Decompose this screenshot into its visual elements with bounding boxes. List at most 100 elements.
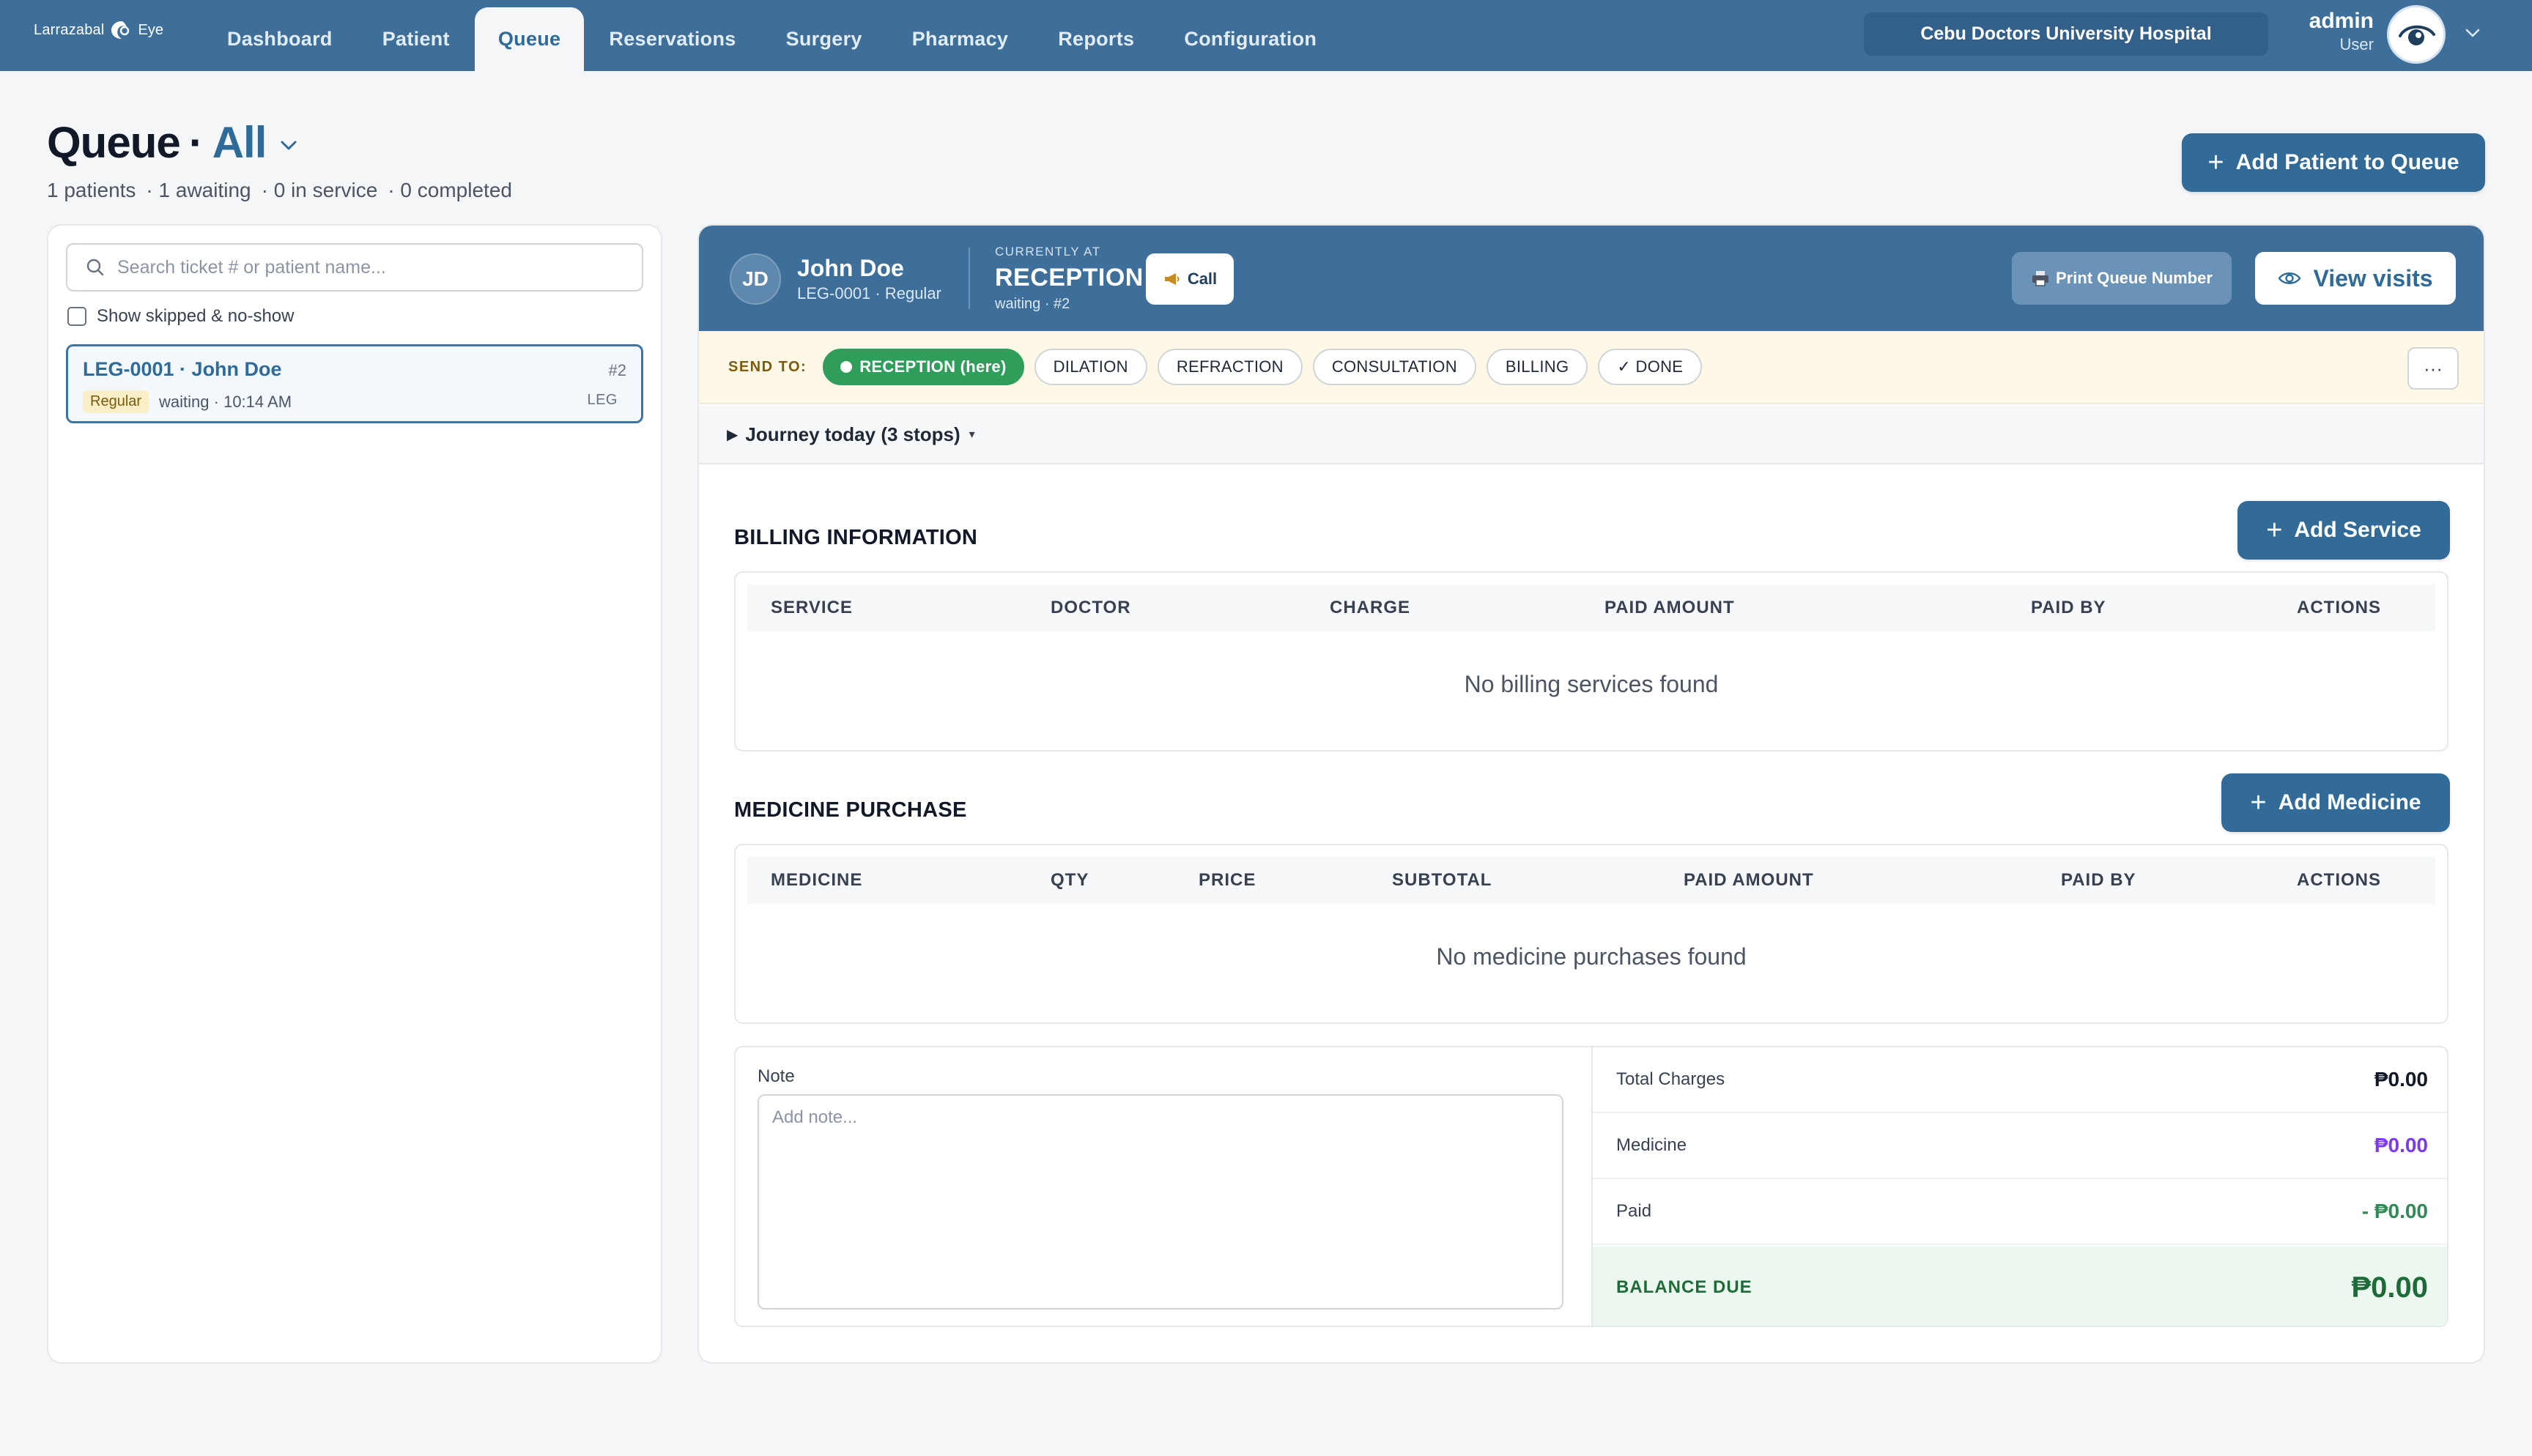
caret-down-icon: ▾ xyxy=(969,428,975,441)
col-price: PRICE xyxy=(1199,870,1256,890)
show-skipped-toggle[interactable]: Show skipped & no-show xyxy=(67,306,294,327)
medicine-total-value: ₱0.00 xyxy=(2374,1134,2428,1156)
print-queue-number-label: Print Queue Number xyxy=(2056,269,2213,287)
col-paid-amount: PAID AMOUNT xyxy=(1604,598,1735,617)
paid-total-value: - ₱0.00 xyxy=(2361,1200,2428,1222)
search-box[interactable] xyxy=(66,243,643,291)
col-paid-by: PAID BY xyxy=(2061,870,2136,890)
queue-filter-value[interactable]: All xyxy=(212,117,267,168)
nav-queue[interactable]: Queue xyxy=(474,7,585,71)
col-actions: ACTIONS xyxy=(2297,598,2381,617)
show-skipped-checkbox[interactable] xyxy=(67,307,86,326)
print-queue-number-button[interactable]: Print Queue Number xyxy=(2012,252,2232,305)
user-avatar[interactable] xyxy=(2387,5,2446,64)
total-charges-value: ₱0.00 xyxy=(2374,1068,2428,1091)
user-name: admin xyxy=(2309,9,2374,33)
station-chip-reception-label: RECEPTION (here) xyxy=(859,357,1007,376)
nav-reservations[interactable]: Reservations xyxy=(584,7,760,71)
billing-table-header: SERVICE DOCTOR CHARGE PAID AMOUNT PAID B… xyxy=(747,584,2435,631)
page-title-text: Queue xyxy=(47,118,181,167)
balance-due-row: BALANCE DUE ₱0.00 xyxy=(1593,1247,2447,1326)
add-medicine-button[interactable]: + Add Medicine xyxy=(2221,773,2450,832)
col-doctor: DOCTOR xyxy=(1051,598,1131,617)
add-service-label: Add Service xyxy=(2294,518,2421,542)
col-service: SERVICE xyxy=(771,598,853,617)
station-chip-billing[interactable]: BILLING xyxy=(1486,349,1588,385)
note-label: Note xyxy=(758,1066,795,1086)
user-menu-chevron-icon[interactable] xyxy=(2463,23,2482,42)
filter-chevron-down-icon[interactable] xyxy=(278,135,300,157)
nav-configuration[interactable]: Configuration xyxy=(1159,7,1341,71)
plus-icon: + xyxy=(2207,147,2224,178)
send-to-label: SEND TO: xyxy=(728,358,807,375)
view-visits-button[interactable]: View visits xyxy=(2255,252,2456,305)
queue-item-status: waiting · 10:14 AM xyxy=(159,392,292,411)
hospital-selector[interactable]: Cebu Doctors University Hospital xyxy=(1864,12,2268,56)
user-role: User xyxy=(2339,35,2374,53)
queue-stats: 1 patients · 1 awaiting · 0 in service ·… xyxy=(47,179,512,202)
nav-patient[interactable]: Patient xyxy=(358,7,475,71)
plus-icon: + xyxy=(2266,515,2283,546)
station-chip-reception[interactable]: RECEPTION (here) xyxy=(823,349,1024,385)
patient-header: JD John Doe LEG-0001 · Regular CURRENTLY… xyxy=(699,226,2484,331)
add-patient-to-queue-label: Add Patient to Queue xyxy=(2235,150,2459,174)
add-service-button[interactable]: + Add Service xyxy=(2237,501,2450,560)
billing-table: SERVICE DOCTOR CHARGE PAID AMOUNT PAID B… xyxy=(734,571,2448,751)
call-button[interactable]: Call xyxy=(1146,253,1234,305)
logo-text-left: Larrazabal xyxy=(34,21,105,38)
page-title-separator: · xyxy=(188,118,204,167)
priority-badge: Regular xyxy=(83,390,149,413)
station-chip-refraction[interactable]: REFRACTION xyxy=(1157,349,1303,385)
col-charge: CHARGE xyxy=(1330,598,1411,617)
megaphone-icon xyxy=(1164,273,1180,285)
send-to-bar: SEND TO: RECEPTION (here) DILATION REFRA… xyxy=(699,331,2484,404)
patient-avatar: JD xyxy=(730,253,781,305)
queue-item-meta: Regular waiting · 10:14 AM xyxy=(83,390,292,413)
station-chip-done[interactable]: ✓ DONE xyxy=(1598,349,1703,385)
medicine-empty-message: No medicine purchases found xyxy=(1436,943,1747,970)
billing-section-title: BILLING INFORMATION xyxy=(734,526,978,549)
nav-reports[interactable]: Reports xyxy=(1033,7,1159,71)
nav-dashboard[interactable]: Dashboard xyxy=(202,7,358,71)
logo-text-right: Eye xyxy=(138,21,163,38)
nav-pharmacy[interactable]: Pharmacy xyxy=(887,7,1033,71)
total-charges-label: Total Charges xyxy=(1616,1069,1725,1089)
queue-list-panel: Show skipped & no-show LEG-0001 · John D… xyxy=(47,224,662,1364)
stat-patients: 1 patients xyxy=(47,179,136,201)
col-paid-amount: PAID AMOUNT xyxy=(1684,870,1814,890)
user-info[interactable]: admin User xyxy=(2286,7,2374,54)
journey-label: Journey today (3 stops) xyxy=(745,423,960,445)
eye-icon xyxy=(2279,272,2301,284)
queue-item-number: #2 xyxy=(608,361,626,379)
search-input[interactable] xyxy=(117,256,630,278)
nav-surgery[interactable]: Surgery xyxy=(761,7,887,71)
patient-ticket-info: LEG-0001 · Regular xyxy=(797,284,941,302)
balance-due-value: ₱0.00 xyxy=(2351,1271,2428,1304)
medicine-table: MEDICINE QTY PRICE SUBTOTAL PAID AMOUNT … xyxy=(734,844,2448,1024)
billing-summary: Note Total Charges ₱0.00 Medicine ₱0.00 … xyxy=(734,1046,2448,1327)
more-options-button[interactable]: ··· xyxy=(2407,347,2459,390)
balance-due-label: BALANCE DUE xyxy=(1616,1277,1752,1297)
col-actions: ACTIONS xyxy=(2297,870,2381,890)
col-paid-by: PAID BY xyxy=(2031,598,2106,617)
view-visits-label: View visits xyxy=(2313,264,2433,291)
eye-avatar-icon xyxy=(2399,25,2435,45)
app-logo[interactable]: Larrazabal Eye xyxy=(34,19,163,41)
header-divider xyxy=(969,248,970,309)
patient-detail-panel: JD John Doe LEG-0001 · Regular CURRENTLY… xyxy=(697,224,2485,1364)
station-chip-consultation[interactable]: CONSULTATION xyxy=(1312,349,1476,385)
caret-right-icon: ▶ xyxy=(727,426,738,443)
note-textarea[interactable] xyxy=(758,1094,1563,1310)
patient-name: John Doe xyxy=(797,255,904,281)
queue-list-item[interactable]: LEG-0001 · John Doe #2 Regular waiting ·… xyxy=(66,344,643,423)
show-skipped-label: Show skipped & no-show xyxy=(97,306,295,326)
stat-in-service: · 0 in service xyxy=(261,179,378,201)
current-dot-icon xyxy=(840,361,853,373)
add-patient-to-queue-button[interactable]: + Add Patient to Queue xyxy=(2182,133,2485,192)
station-chip-dilation[interactable]: DILATION xyxy=(1034,349,1147,385)
journey-toggle[interactable]: ▶ Journey today (3 stops) ▾ xyxy=(699,406,2484,464)
main-nav: Dashboard Patient Queue Reservations Sur… xyxy=(202,7,1341,71)
paid-total-label: Paid xyxy=(1616,1201,1652,1221)
printer-icon xyxy=(2032,271,2049,286)
eye-logo-icon xyxy=(109,19,134,41)
